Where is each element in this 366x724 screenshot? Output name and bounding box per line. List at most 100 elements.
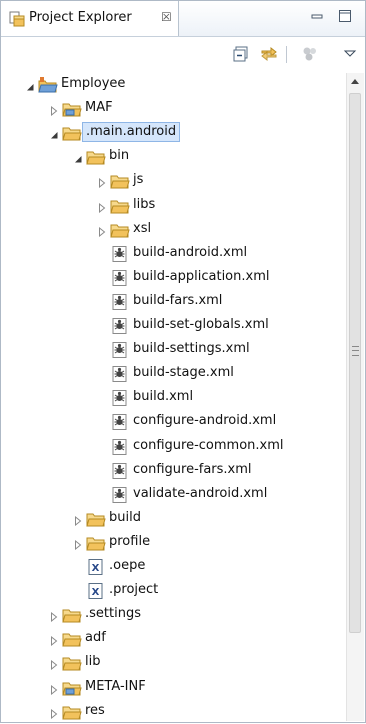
tree-item-label: build-set-globals.xml xyxy=(133,317,269,332)
tree-item-label: adf xyxy=(85,630,106,645)
scrollbar-thumb[interactable] xyxy=(349,93,361,633)
tree-item-label: MAF xyxy=(85,100,113,115)
tree-item-label: META-INF xyxy=(85,679,146,694)
tree-item-label: .oepe xyxy=(109,558,146,573)
ant-file-icon xyxy=(110,439,130,455)
collapse-all-icon[interactable] xyxy=(233,45,251,63)
tree-item[interactable]: .settings xyxy=(49,603,349,627)
tree-item[interactable]: libs xyxy=(97,194,366,218)
scroll-up-arrow-icon[interactable] xyxy=(351,79,359,84)
collapsed-arrow-icon[interactable] xyxy=(73,539,83,551)
collapsed-arrow-icon[interactable] xyxy=(49,105,59,117)
tree-item[interactable]: build-fars.xml xyxy=(97,290,366,314)
view-menu-icon[interactable] xyxy=(341,45,359,63)
tree-item[interactable]: lib xyxy=(49,651,349,675)
tree-item[interactable]: build-android.xml xyxy=(97,242,366,266)
close-view-icon[interactable]: ☒ xyxy=(161,10,172,24)
ant-file-icon xyxy=(110,487,130,503)
ant-file-icon xyxy=(110,270,130,286)
folder-icon xyxy=(86,535,106,551)
tree-item-label: .settings xyxy=(85,606,141,621)
folder-icon xyxy=(62,125,82,141)
collapsed-arrow-icon[interactable] xyxy=(49,635,59,647)
project-explorer-view: Project Explorer ☒ Employee MAF .main.an… xyxy=(0,0,366,723)
tree-item[interactable]: js xyxy=(97,169,366,193)
tree-item[interactable]: build-settings.xml xyxy=(97,338,366,362)
expanded-arrow-icon[interactable] xyxy=(73,153,83,163)
tree-item[interactable]: bin xyxy=(73,145,366,169)
collapsed-arrow-icon[interactable] xyxy=(97,226,107,238)
tree-item[interactable]: configure-android.xml xyxy=(97,410,366,434)
tree-item[interactable]: res xyxy=(49,700,349,724)
tree-item-label: Employee xyxy=(61,76,126,91)
tree-item[interactable]: build-stage.xml xyxy=(97,362,366,386)
folder-icon xyxy=(110,222,130,238)
tree-item[interactable]: validate-android.xml xyxy=(97,483,366,507)
tree-item[interactable]: .main.android xyxy=(49,121,349,145)
collapsed-arrow-icon[interactable] xyxy=(49,708,59,720)
collapsed-arrow-icon[interactable] xyxy=(97,177,107,189)
vertical-scrollbar[interactable] xyxy=(346,73,364,721)
tree-item-label: validate-android.xml xyxy=(133,486,268,501)
tree-item[interactable]: MAF xyxy=(49,97,349,121)
tree-item[interactable]: build-application.xml xyxy=(97,266,366,290)
minimize-icon[interactable] xyxy=(309,8,325,24)
tree-item[interactable]: adf xyxy=(49,627,349,651)
tree-item-label: configure-fars.xml xyxy=(133,462,252,477)
collapsed-arrow-icon[interactable] xyxy=(49,684,59,696)
folder-special-icon xyxy=(62,101,82,117)
ant-file-icon xyxy=(110,294,130,310)
tree-item-label: js xyxy=(133,172,144,187)
maximize-icon[interactable] xyxy=(337,8,353,24)
tree-item[interactable]: xsl xyxy=(97,218,366,242)
tree-item[interactable]: X .project xyxy=(73,579,366,603)
ant-file-icon xyxy=(110,366,130,382)
folder-icon xyxy=(62,655,82,671)
scrollbar-grip-icon xyxy=(352,346,359,356)
project-tree: Employee MAF .main.android bin js libs xsl buil… xyxy=(1,73,346,721)
tree-item-label: .main.android xyxy=(82,122,181,142)
xml-file-icon: X xyxy=(86,559,106,575)
collapsed-arrow-icon[interactable] xyxy=(49,611,59,623)
collapsed-arrow-icon[interactable] xyxy=(73,515,83,527)
folder-icon xyxy=(86,511,106,527)
tree-item-label: .project xyxy=(109,582,159,597)
tree-item[interactable]: profile xyxy=(73,531,366,555)
collapsed-arrow-icon[interactable] xyxy=(97,202,107,214)
tree-item[interactable]: META-INF xyxy=(49,676,349,700)
ant-file-icon xyxy=(110,318,130,334)
folder-special-icon xyxy=(62,680,82,696)
folder-icon xyxy=(62,607,82,623)
expanded-arrow-icon[interactable] xyxy=(49,129,59,139)
tree-item[interactable]: build xyxy=(73,507,366,531)
tree-item[interactable]: X .oepe xyxy=(73,555,366,579)
filter-icon[interactable] xyxy=(301,45,319,63)
ant-file-icon xyxy=(110,246,130,262)
tree-item[interactable]: configure-common.xml xyxy=(97,435,366,459)
svg-text:X: X xyxy=(92,587,100,598)
project-icon xyxy=(38,77,58,93)
tree-item[interactable]: configure-fars.xml xyxy=(97,459,366,483)
ant-file-icon xyxy=(110,463,130,479)
tree-item[interactable]: build-set-globals.xml xyxy=(97,314,366,338)
folder-icon xyxy=(62,631,82,647)
link-with-editor-icon[interactable] xyxy=(260,45,278,63)
tree-item[interactable]: build.xml xyxy=(97,386,366,410)
view-tab-bar: Project Explorer ☒ xyxy=(1,1,365,37)
tree-item-label: build.xml xyxy=(133,389,194,404)
tree-item-label: build-fars.xml xyxy=(133,293,223,308)
tab-project-explorer[interactable]: Project Explorer ☒ xyxy=(1,1,179,36)
project-explorer-icon xyxy=(9,11,25,27)
ant-file-icon xyxy=(110,414,130,430)
tree-item-label: lib xyxy=(85,654,101,669)
tree-item[interactable]: Employee xyxy=(25,73,325,97)
expanded-arrow-icon[interactable] xyxy=(25,81,35,91)
collapsed-arrow-icon[interactable] xyxy=(49,659,59,671)
folder-icon xyxy=(86,149,106,165)
